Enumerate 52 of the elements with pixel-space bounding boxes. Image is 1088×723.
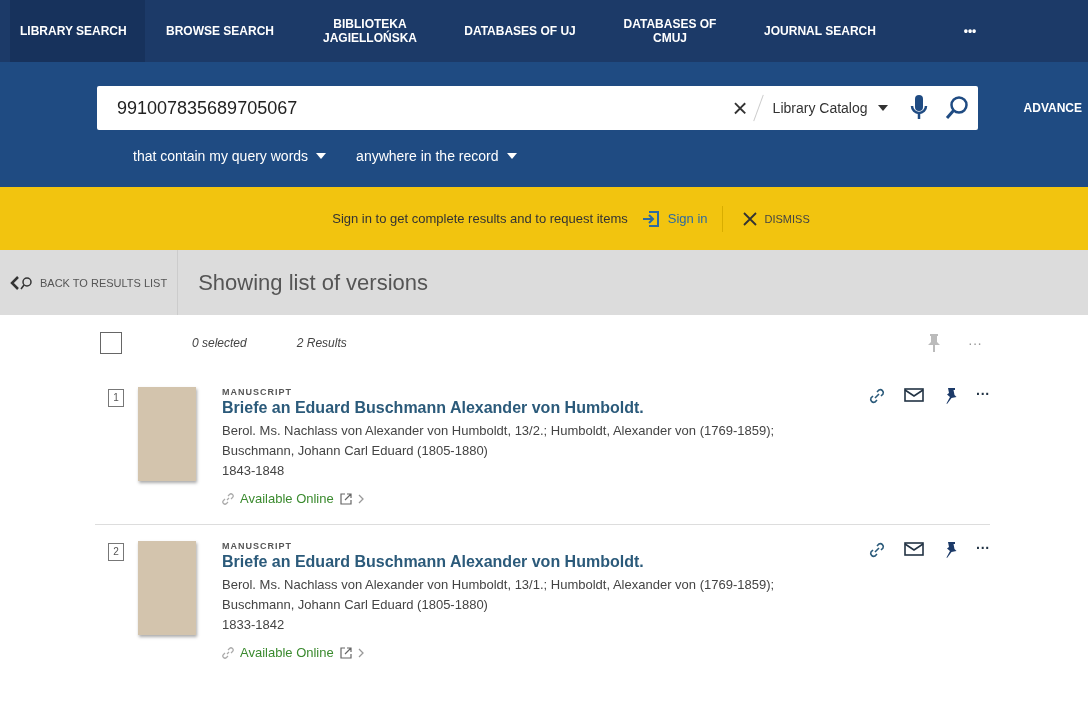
email-icon[interactable] [904, 387, 924, 403]
result-date: 1833-1842 [222, 616, 286, 634]
result-number: 1 [108, 389, 124, 407]
sign-in-message: Sign in to get complete results and to request items [332, 211, 628, 226]
back-to-results-link[interactable]: BACK TO RESULTS LIST [0, 250, 179, 315]
filter-dropdown[interactable]: that contain my query words [133, 148, 327, 164]
scope-dropdown[interactable]: Library Catalog [758, 100, 902, 116]
email-icon[interactable] [904, 541, 924, 557]
link-icon[interactable] [868, 541, 886, 559]
caret-icon [506, 153, 517, 159]
sign-in-link[interactable]: Sign in [641, 205, 723, 232]
external-link-icon [339, 646, 352, 659]
dismiss-button[interactable]: DISMISS [736, 210, 816, 227]
more-button[interactable]: ··· [976, 387, 990, 401]
availability-link[interactable]: Available Online [222, 645, 365, 660]
result-number: 2 [108, 543, 124, 561]
select-all-checkbox[interactable] [100, 332, 122, 354]
result-details: Buschmann, Johann Carl Eduard (1805-1880) [222, 442, 489, 460]
nav-tab[interactable]: JOURNAL SEARCH [745, 0, 895, 62]
result-date: 1843-1848 [222, 462, 286, 480]
page-title: Showing list of versions [197, 269, 429, 296]
caret-icon [877, 105, 888, 111]
results-count: 2 Results [296, 336, 347, 350]
external-link-icon [339, 492, 352, 505]
link-icon [222, 492, 234, 505]
nav-tab[interactable]: BIBLIOTEKA JAGIELLOŃSKA [295, 0, 445, 62]
link-icon[interactable] [868, 387, 886, 405]
link-icon [222, 646, 234, 659]
close-icon [742, 211, 757, 226]
clear-button[interactable]: × [722, 92, 758, 124]
result-details: Buschmann, Johann Carl Eduard (1805-1880) [222, 596, 489, 614]
more-button[interactable]: ··· [976, 541, 990, 555]
filter-dropdown[interactable]: anywhere in the record [356, 148, 517, 164]
nav-tab[interactable]: ••• [895, 0, 1045, 62]
selected-count: 0 selected [192, 336, 247, 350]
result-details: Berol. Ms. Nachlass von Alexander von Humboldt, 13/1.; Humboldt, Alexander von (1769-1859); [222, 576, 776, 594]
search-field[interactable]: 991007835689705067 × Library Catalog [97, 86, 978, 130]
nav-tab[interactable]: DATABASES OF CMUJ [595, 0, 745, 62]
chevron-icon [357, 647, 365, 658]
nav-tab[interactable]: BROWSE SEARCH [145, 0, 295, 62]
nav-tab[interactable]: DATABASES OF UJ [445, 0, 595, 62]
availability-link[interactable]: Available Online [222, 491, 365, 506]
sign-in-icon [641, 209, 660, 228]
result-title[interactable]: Briefe an Eduard Buschmann Alexander von Humboldt. [222, 399, 854, 417]
caret-icon [316, 153, 327, 159]
resource-type: MANUSCRIPT [222, 541, 293, 551]
result-details: Berol. Ms. Nachlass von Alexander von Humboldt, 13/2.; Humboldt, Alexander von (1769-1859); [222, 422, 776, 440]
resource-type: MANUSCRIPT [222, 387, 293, 397]
result-title[interactable]: Briefe an Eduard Buschmann Alexander von Humboldt. [222, 553, 854, 571]
chevron-icon [357, 493, 365, 504]
nav-tab[interactable]: LIBRARY SEARCH [10, 0, 145, 62]
advanced-search-link[interactable]: ADVANCE [1017, 100, 1088, 116]
